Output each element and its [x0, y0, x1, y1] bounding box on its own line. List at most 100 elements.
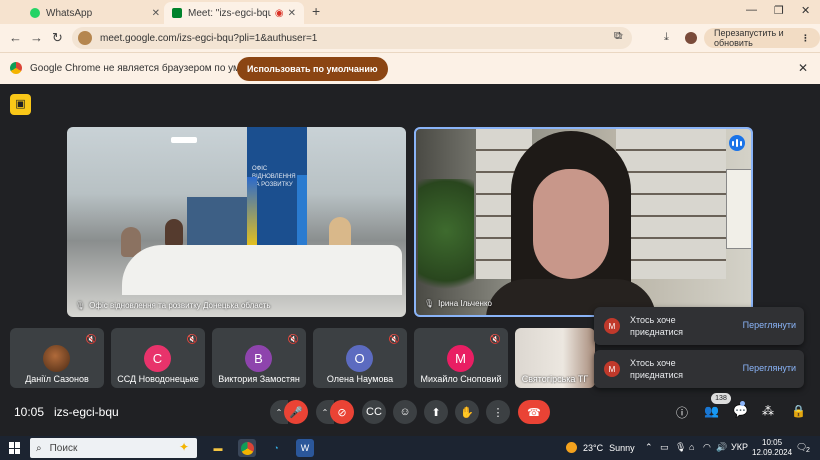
default-browser-infobar: Google Chrome не является браузером по у…: [0, 52, 820, 84]
site-info-icon[interactable]: [78, 31, 92, 45]
wifi-icon[interactable]: ◠: [703, 442, 711, 453]
notification-count: 2: [806, 447, 810, 454]
participant-tile[interactable]: 🔇 В Виктория Замостян: [212, 328, 306, 388]
windows-start-icon[interactable]: [9, 442, 21, 454]
participant-name: Олена Наумова: [326, 374, 394, 384]
close-tab-icon[interactable]: ✕: [152, 8, 160, 19]
edge-icon[interactable]: ◔: [267, 439, 285, 457]
restore-icon[interactable]: ❐: [774, 4, 784, 17]
tab-label: WhatsApp: [46, 7, 93, 19]
view-request-button[interactable]: Переглянути: [743, 320, 796, 330]
tile-name-text: Ірина Ільченко: [438, 299, 492, 308]
weather-temp: 23°C: [583, 442, 604, 453]
set-default-button[interactable]: Использовать по умолчанию: [237, 57, 388, 81]
join-request-card: M Хтось хоче приєднатися Переглянути: [594, 350, 804, 388]
join-request-card: M Хтось хоче приєднатися Переглянути: [594, 307, 804, 345]
meeting-clock: 10:05: [14, 405, 45, 419]
video-tile-office[interactable]: ОФІС ВІДНОВЛЕННЯ ТА РОЗВИТКУ 🎙 Офіс відн…: [67, 127, 406, 317]
file-explorer-icon[interactable]: ▬: [209, 439, 227, 457]
word-icon[interactable]: W: [296, 439, 314, 457]
participant-tile[interactable]: 🔇 Даніїл Сазонов: [10, 328, 104, 388]
mic-off-icon: 🔇: [489, 334, 501, 344]
meeting-code: izs-egci-bqu: [54, 405, 119, 419]
browser-tab-strip: WhatsApp ✕ Meet: "izs-egci-bqu" ◉ ✕ + — …: [0, 0, 820, 24]
flag-donetsk: [247, 177, 257, 247]
meeting-info-icon[interactable]: ⓘ: [676, 404, 688, 421]
wall-art: [726, 169, 751, 249]
camera-off-badge-icon[interactable]: ▣: [10, 94, 31, 115]
reload-icon[interactable]: ↻: [52, 30, 63, 46]
address-bar[interactable]: meet.google.com/izs-egci-bqu?pli=1&authu…: [72, 27, 632, 49]
captions-button[interactable]: CC: [362, 400, 386, 424]
weather-widget[interactable]: 23°C Sunny: [566, 442, 635, 453]
raise-hand-button[interactable]: ✋: [455, 400, 479, 424]
screen-icon[interactable]: ▭: [660, 442, 669, 453]
speaking-indicator-icon: [729, 135, 745, 151]
video-tile-iryna[interactable]: 🎙 Ірина Ільченко: [414, 127, 753, 317]
chrome-icon[interactable]: [238, 439, 256, 457]
leave-call-button[interactable]: ☎: [518, 400, 550, 424]
tray-clock[interactable]: 10:05 12.09.2024: [752, 438, 792, 458]
mic-off-icon: 🔇: [388, 334, 400, 344]
translate-icon[interactable]: ⧉: [614, 30, 622, 43]
wall-text: ОФІС ВІДНОВЛЕННЯ ТА РОЗВИТКУ: [252, 166, 296, 188]
mic-tray-icon[interactable]: 🎙: [675, 442, 686, 453]
taskbar-search[interactable]: ⌕ Поиск ✦: [30, 438, 197, 458]
tab-meet[interactable]: Meet: "izs-egci-bqu" ◉ ✕: [164, 2, 304, 24]
search-placeholder: Поиск: [49, 442, 78, 454]
participant-name: Михайло Сноповий: [420, 374, 502, 384]
chat-unread-dot: [740, 401, 745, 406]
ceiling-lamp: [171, 137, 197, 143]
volume-icon[interactable]: 🔊: [716, 442, 727, 453]
mic-off-button[interactable]: 🎤: [284, 400, 308, 424]
join-request-text: Хтось хоче приєднатися: [630, 358, 684, 380]
participant-tile[interactable]: 🔇 О Олена Наумова: [313, 328, 407, 388]
copilot-sparkle-icon: ✦: [178, 440, 189, 454]
avatar: M: [604, 318, 620, 334]
tile-name-office: 🎙 Офіс відновлення та розвитку Донецька …: [75, 301, 271, 310]
avatar: О: [346, 345, 373, 372]
participant-name: Даніїл Сазонов: [25, 374, 89, 384]
relaunch-update-button[interactable]: Перезапустить и обновить ⋮: [704, 28, 820, 48]
participant-name: ССД Новодонецьке: [117, 374, 199, 384]
view-request-button[interactable]: Переглянути: [743, 363, 796, 373]
mic-icon: 🎙: [424, 299, 435, 308]
flag-un: [297, 175, 307, 247]
people-count-badge: 138: [711, 393, 731, 404]
participant-tile[interactable]: Святогірська ТГ: [515, 328, 595, 388]
download-icon[interactable]: ⤓: [664, 31, 669, 44]
minimize-icon[interactable]: —: [746, 4, 757, 16]
wall-screen: [187, 197, 247, 247]
browser-toolbar: ← → ↻ meet.google.com/izs-egci-bqu?pli=1…: [0, 24, 820, 52]
close-tab-icon[interactable]: ✕: [288, 8, 296, 19]
tab-whatsapp[interactable]: WhatsApp ✕: [22, 2, 168, 24]
mic-off-icon: 🔇: [85, 334, 97, 344]
new-tab-button[interactable]: +: [312, 3, 320, 19]
mic-icon: 🎙: [75, 301, 86, 310]
present-screen-button[interactable]: ⬆: [424, 400, 448, 424]
activities-icon[interactable]: ⁂: [762, 404, 774, 418]
person: [165, 219, 183, 247]
chat-icon[interactable]: 💬: [733, 404, 748, 418]
more-vert-icon[interactable]: ⋮: [801, 33, 810, 44]
conference-table: [122, 245, 402, 295]
plant: [418, 179, 474, 309]
camera-off-button[interactable]: ⊘: [330, 400, 354, 424]
chevron-up-icon[interactable]: ⌃: [645, 442, 653, 453]
recording-icon: ◉: [274, 7, 284, 19]
network-icon[interactable]: ⌂: [689, 442, 694, 452]
people-icon[interactable]: 👥: [704, 404, 719, 418]
back-arrow-icon[interactable]: ←: [9, 30, 22, 45]
participant-name: Святогірська ТГ: [521, 374, 589, 384]
emoji-reactions-button[interactable]: ☺: [393, 400, 417, 424]
host-controls-icon[interactable]: 🔒: [791, 404, 806, 418]
participant-tile[interactable]: 🔇 С ССД Новодонецьке: [111, 328, 205, 388]
profile-avatar[interactable]: [685, 32, 697, 44]
forward-arrow-icon[interactable]: →: [30, 30, 43, 45]
whatsapp-icon: [30, 8, 40, 18]
more-options-button[interactable]: ⋮: [486, 400, 510, 424]
language-indicator[interactable]: УКР: [731, 442, 748, 452]
participant-tile[interactable]: 🔇 М Михайло Сноповий: [414, 328, 508, 388]
close-window-icon[interactable]: ✕: [801, 4, 810, 17]
close-infobar-icon[interactable]: ✕: [798, 61, 808, 75]
